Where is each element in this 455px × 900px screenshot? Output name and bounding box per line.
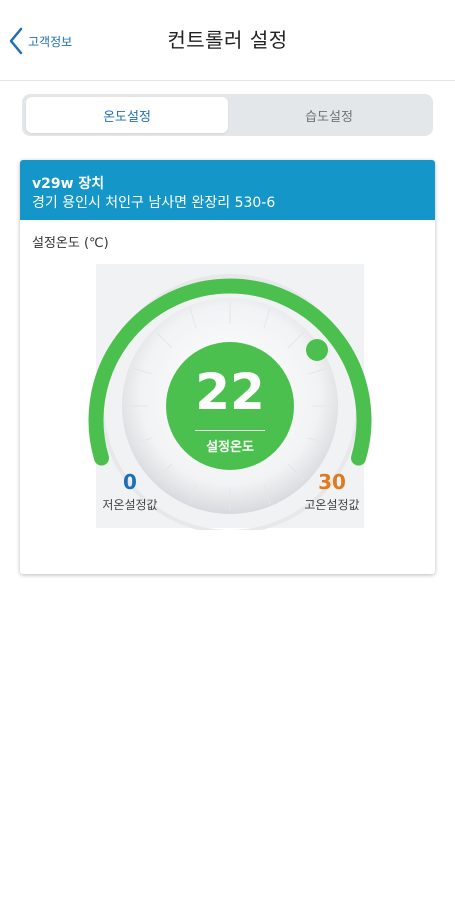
section-label: 설정온도 (℃) (32, 236, 109, 251)
device-address: 경기 용인시 처인구 남사면 완장리 530-6 (32, 195, 276, 211)
max-temperature-label: 고온설정값 (304, 498, 360, 512)
set-temperature-value: 22 (195, 363, 265, 421)
device-name: v29w 장치 (32, 176, 105, 192)
device-card: v29w 장치 경기 용인시 처인구 남사면 완장리 530-6 설정온도 (℃… (20, 160, 435, 574)
app-header: 고객정보 컨트롤러 설정 (0, 0, 455, 81)
tab-humidity[interactable]: 습도설정 (228, 97, 430, 133)
max-temperature-value: 30 (318, 470, 346, 494)
min-temperature-value: 0 (123, 470, 137, 494)
center-divider (195, 430, 265, 431)
tab-temperature[interactable]: 온도설정 (26, 97, 228, 133)
min-temperature-label: 저온설정값 (102, 498, 158, 512)
device-card-header: v29w 장치 경기 용인시 처인구 남사면 완장리 530-6 (20, 160, 435, 220)
set-temperature-label: 설정온도 (206, 440, 254, 455)
thermostat-dial[interactable]: 22 설정온도 0 저온설정값 30 고온설정값 (80, 258, 380, 530)
tab-bar: 온도설정 습도설정 (22, 94, 433, 136)
page-title: 컨트롤러 설정 (167, 28, 288, 52)
